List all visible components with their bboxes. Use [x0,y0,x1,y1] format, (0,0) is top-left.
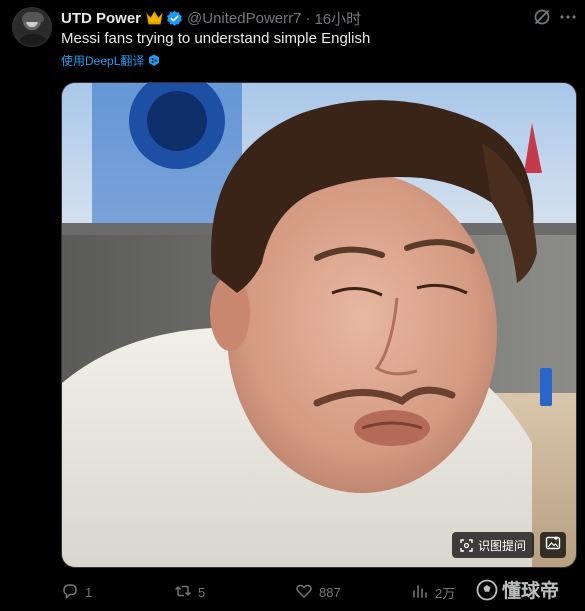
ocr-ask-button[interactable]: 识图提问 [452,532,535,558]
tweet: UTD Power @UnitedPowerr7 · 16小时 Messi fa… [0,0,585,611]
reply-button[interactable]: 1 [61,582,92,602]
like-count: 887 [319,584,341,600]
media-photo [62,83,576,567]
tweet-media[interactable]: 识图提问 [61,82,577,568]
heart-icon [295,582,313,603]
deepl-icon [148,54,160,67]
verified-badge-icon[interactable] [166,10,183,27]
reply-count: 1 [85,584,93,600]
watermark-ball-icon [476,579,498,601]
translate-link[interactable]: 使用DeepL翻译 [61,52,160,69]
views-chart-icon [411,582,429,603]
tweet-header: UTD Power @UnitedPowerr7 · 16小时 [61,8,361,28]
translate-label: 使用DeepL翻译 [61,54,145,68]
retweet-button[interactable]: 5 [174,582,205,602]
image-search-button[interactable] [540,532,566,558]
reply-icon [61,582,79,603]
watermark: 懂球帝 [476,576,559,603]
separator-dot: · [305,9,311,27]
like-button[interactable]: 887 [295,582,341,602]
scan-icon [460,538,473,552]
timestamp[interactable]: 16小时 [314,8,361,29]
more-options-icon[interactable] [558,7,578,27]
views-count: 2万 [435,585,456,601]
retweet-icon [174,582,192,603]
image-search-icon [545,535,561,556]
ocr-ask-label: 识图提问 [478,538,527,553]
watermark-text: 懂球帝 [502,581,560,602]
display-name[interactable]: UTD Power [61,10,141,27]
handle[interactable]: @UnitedPowerr7 [187,10,301,27]
tweet-text: Messi fans trying to understand simple E… [61,30,371,47]
avatar-body-shape [17,34,49,46]
avatar[interactable] [12,7,52,47]
grok-icon[interactable] [532,7,552,27]
views-button[interactable]: 2万 [411,582,455,602]
crown-icon [146,11,163,25]
retweet-count: 5 [198,584,206,600]
avatar-cap-shape [22,12,44,22]
